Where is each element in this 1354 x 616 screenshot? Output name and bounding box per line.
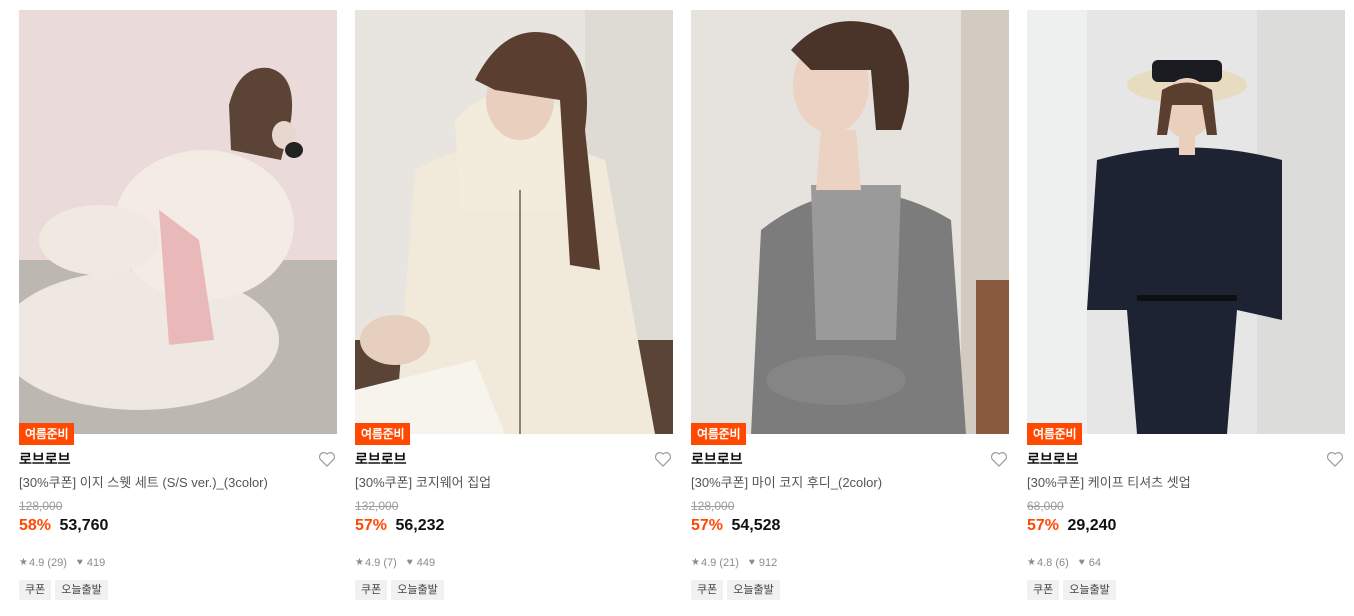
heart-outline-icon[interactable] — [317, 449, 337, 469]
tag-today-shipping: 오늘출발 — [391, 580, 444, 600]
tag-list: 쿠폰 오늘출발 — [691, 580, 780, 600]
heart-filled-icon: ♥ — [406, 557, 413, 568]
like-count: 64 — [1088, 557, 1101, 569]
heart-filled-icon: ♥ — [76, 557, 83, 568]
review-count: (7) — [383, 557, 397, 569]
price-line: 58% 53,760 — [19, 515, 108, 537]
star-icon: ★ — [1027, 557, 1036, 568]
product-stats: ★ 4.8 (6) ♥ 64 — [1027, 556, 1101, 570]
star-icon: ★ — [691, 557, 700, 568]
original-price: 68,000 — [1027, 499, 1064, 513]
sale-price: 53,760 — [59, 517, 109, 534]
product-stats: ★ 4.9 (21) ♥ 912 — [691, 556, 777, 570]
heart-filled-icon: ♥ — [1078, 557, 1085, 568]
price-line: 57% 54,528 — [691, 515, 780, 537]
discount-rate: 57% — [355, 517, 388, 534]
product-title[interactable]: [30%쿠폰] 마이 코지 후디_(2color) — [691, 474, 991, 492]
brand-name[interactable]: 로브로브 — [355, 450, 407, 468]
product-image[interactable] — [355, 10, 673, 434]
brand-name[interactable]: 로브로브 — [19, 450, 71, 468]
like-count: 449 — [416, 557, 436, 569]
brand-name[interactable]: 로브로브 — [691, 450, 743, 468]
tag-coupon: 쿠폰 — [691, 580, 724, 600]
promo-badge: 여름준비 — [355, 423, 411, 445]
sale-price: 54,528 — [731, 517, 781, 534]
price-line: 57% 29,240 — [1027, 515, 1116, 537]
heart-outline-icon[interactable] — [1325, 449, 1345, 469]
tag-coupon: 쿠폰 — [355, 580, 388, 600]
sale-price: 56,232 — [395, 517, 445, 534]
original-price: 128,000 — [691, 499, 735, 513]
original-price: 132,000 — [355, 499, 399, 513]
star-icon: ★ — [19, 557, 28, 568]
brand-name[interactable]: 로브로브 — [1027, 450, 1079, 468]
product-card[interactable]: 여름준비 로브로브 [30%쿠폰] 케이프 티셔츠 셋업 68,000 57% … — [1027, 10, 1345, 610]
heart-outline-icon[interactable] — [989, 449, 1009, 469]
promo-badge: 여름준비 — [1027, 423, 1083, 445]
product-title[interactable]: [30%쿠폰] 케이프 티셔츠 셋업 — [1027, 474, 1327, 492]
review-count: (6) — [1055, 557, 1069, 569]
tag-coupon: 쿠폰 — [19, 580, 52, 600]
product-stats: ★ 4.9 (7) ♥ 449 — [355, 556, 435, 570]
rating-value: 4.8 — [1036, 557, 1053, 569]
discount-rate: 57% — [1027, 517, 1060, 534]
rating-value: 4.9 — [28, 557, 45, 569]
review-count: (21) — [719, 557, 739, 569]
product-image[interactable] — [19, 10, 337, 434]
price-line: 57% 56,232 — [355, 515, 444, 537]
discount-rate: 57% — [691, 517, 724, 534]
tag-list: 쿠폰 오늘출발 — [1027, 580, 1116, 600]
product-stats: ★ 4.9 (29) ♥ 419 — [19, 556, 105, 570]
product-card[interactable]: 여름준비 로브로브 [30%쿠폰] 마이 코지 후디_(2color) 128,… — [691, 10, 1009, 610]
product-card[interactable]: 여름준비 로브로브 [30%쿠폰] 코지웨어 집업 132,000 57% 56… — [355, 10, 673, 610]
review-count: (29) — [47, 557, 67, 569]
tag-list: 쿠폰 오늘출발 — [355, 580, 444, 600]
like-count: 912 — [758, 557, 778, 569]
tag-today-shipping: 오늘출발 — [727, 580, 780, 600]
tag-today-shipping: 오늘출발 — [55, 580, 108, 600]
original-price: 128,000 — [19, 499, 63, 513]
tag-today-shipping: 오늘출발 — [1063, 580, 1116, 600]
tag-coupon: 쿠폰 — [1027, 580, 1060, 600]
like-count: 419 — [86, 557, 106, 569]
promo-badge: 여름준비 — [691, 423, 747, 445]
rating-value: 4.9 — [700, 557, 717, 569]
product-image[interactable] — [691, 10, 1009, 434]
star-icon: ★ — [355, 557, 364, 568]
sale-price: 29,240 — [1067, 517, 1117, 534]
tag-list: 쿠폰 오늘출발 — [19, 580, 108, 600]
product-title[interactable]: [30%쿠폰] 이지 스웻 세트 (S/S ver.)_(3color) — [19, 474, 319, 492]
heart-outline-icon[interactable] — [653, 449, 673, 469]
product-image[interactable] — [1027, 10, 1345, 434]
heart-filled-icon: ♥ — [748, 557, 755, 568]
product-grid: 여름준비 로브로브 [30%쿠폰] 이지 스웻 세트 (S/S ver.)_(3… — [19, 10, 1345, 610]
product-card[interactable]: 여름준비 로브로브 [30%쿠폰] 이지 스웻 세트 (S/S ver.)_(3… — [19, 10, 337, 610]
promo-badge: 여름준비 — [19, 423, 75, 445]
product-title[interactable]: [30%쿠폰] 코지웨어 집업 — [355, 474, 655, 492]
discount-rate: 58% — [19, 517, 52, 534]
rating-value: 4.9 — [364, 557, 381, 569]
